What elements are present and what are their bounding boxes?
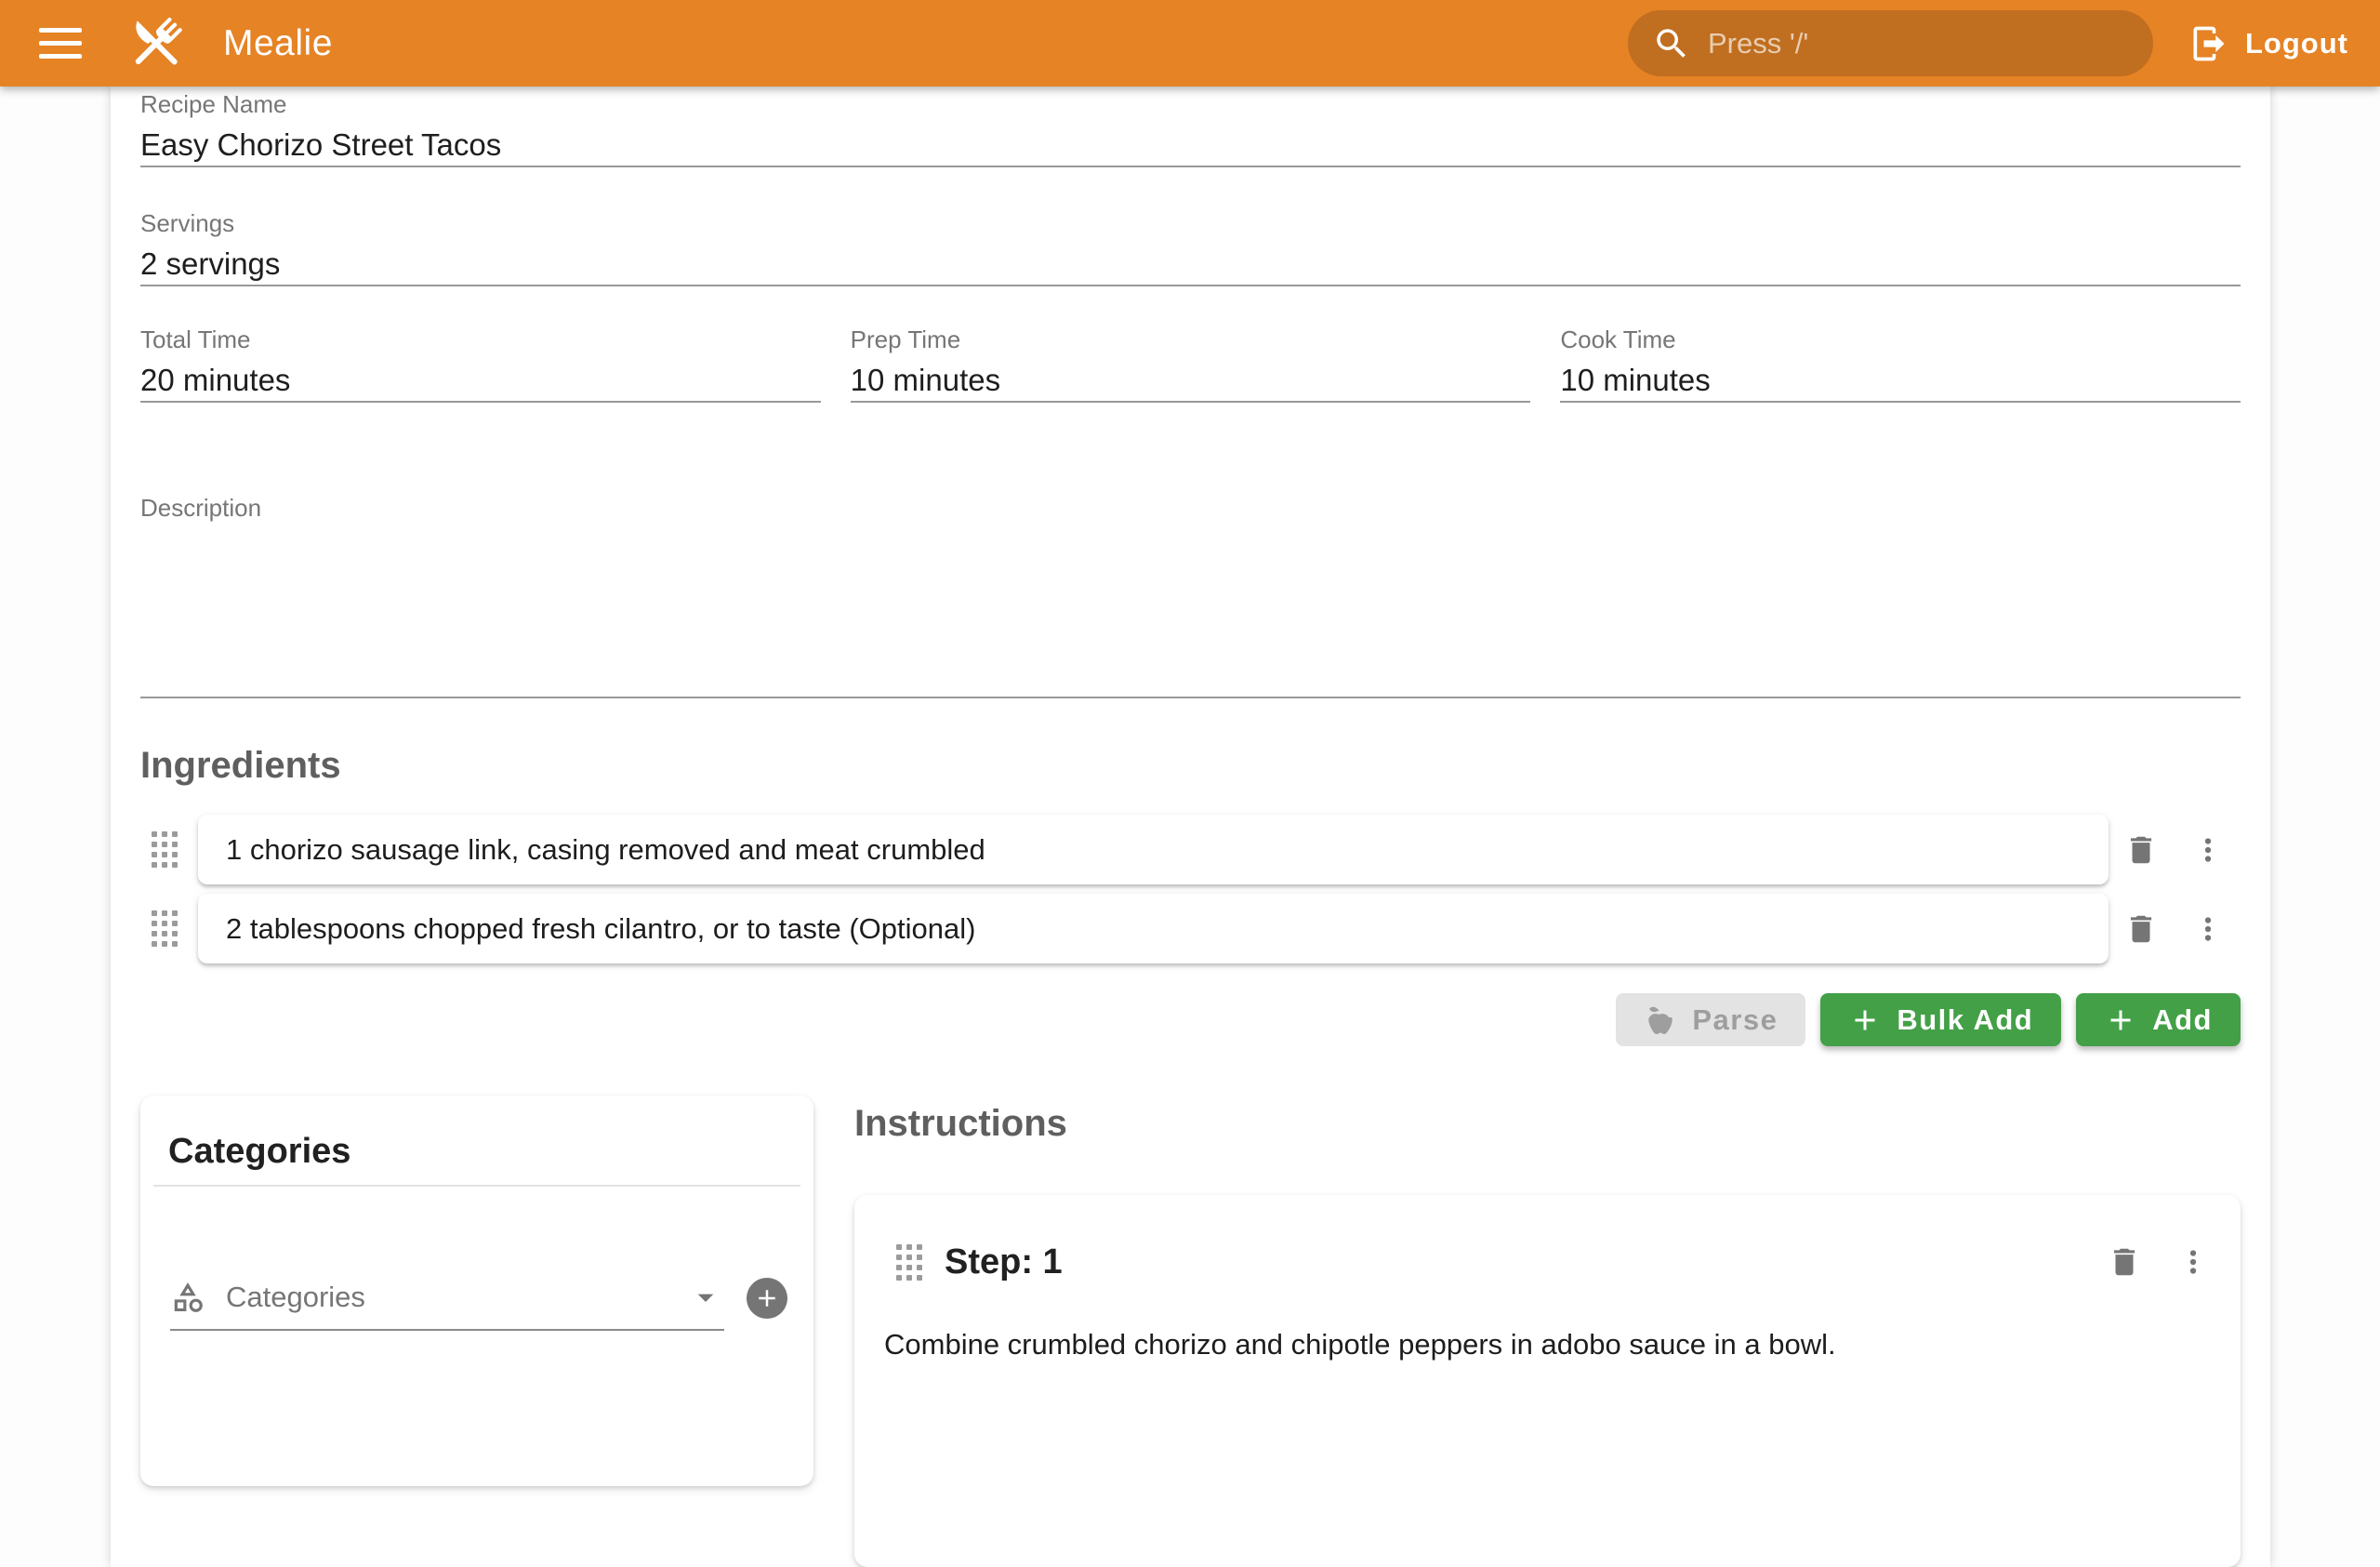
logout-icon bbox=[2188, 23, 2229, 64]
ingredient-actions-row: Parse Bulk Add Add bbox=[140, 993, 2241, 1046]
instructions-column: Instructions Step: 1 Combine crumbled ch bbox=[854, 1089, 2241, 1567]
apple-icon bbox=[1644, 1003, 1677, 1037]
chevron-down-icon[interactable] bbox=[687, 1279, 724, 1316]
ingredient-input[interactable]: 1 chorizo sausage link, casing removed a… bbox=[198, 815, 2109, 884]
delete-ingredient-button[interactable] bbox=[2120, 829, 2162, 871]
categories-select-label: Categories bbox=[226, 1281, 687, 1314]
delete-step-button[interactable] bbox=[2103, 1241, 2146, 1283]
search-input[interactable]: Press '/' bbox=[1628, 10, 2153, 76]
search-icon bbox=[1652, 24, 1691, 63]
step-title: Step: 1 bbox=[945, 1240, 1063, 1284]
servings-label: Servings bbox=[140, 209, 2241, 237]
step-text-input[interactable]: Combine crumbled chorizo and chipotle pe… bbox=[884, 1325, 2215, 1364]
logout-button[interactable]: Logout bbox=[2188, 23, 2348, 64]
plus-icon bbox=[753, 1284, 781, 1312]
parse-button[interactable]: Parse bbox=[1616, 993, 1805, 1046]
cook-time-field[interactable]: Cook Time 10 minutes bbox=[1560, 325, 2241, 403]
prep-time-field[interactable]: Prep Time 10 minutes bbox=[851, 325, 1531, 403]
ingredient-row: 1 chorizo sausage link, casing removed a… bbox=[152, 815, 2241, 884]
app-title: Mealie bbox=[223, 23, 333, 64]
categories-card-title: Categories bbox=[140, 1096, 813, 1172]
total-time-field[interactable]: Total Time 20 minutes bbox=[140, 325, 821, 403]
divider bbox=[153, 1185, 800, 1187]
description-value[interactable] bbox=[140, 522, 2241, 694]
total-time-value[interactable]: 20 minutes bbox=[140, 363, 821, 398]
mealie-logo-icon bbox=[125, 12, 188, 75]
bulk-add-button[interactable]: Bulk Add bbox=[1820, 993, 2061, 1046]
recipe-editor-sheet: Recipe Name Easy Chorizo Street Tacos Se… bbox=[111, 86, 2270, 1567]
add-label: Add bbox=[2152, 1003, 2213, 1037]
menu-icon[interactable] bbox=[39, 25, 82, 62]
plus-icon bbox=[2104, 1003, 2137, 1037]
bulk-add-label: Bulk Add bbox=[1897, 1003, 2033, 1037]
categories-select[interactable]: Categories bbox=[170, 1266, 724, 1331]
servings-field[interactable]: Servings 2 servings bbox=[140, 209, 2241, 286]
app-bar: Mealie Press '/' Logout bbox=[0, 0, 2380, 86]
kebab-icon bbox=[2190, 911, 2226, 947]
servings-value[interactable]: 2 servings bbox=[140, 246, 2241, 282]
trash-icon bbox=[2123, 911, 2159, 947]
kebab-icon bbox=[2175, 1244, 2211, 1280]
search-placeholder: Press '/' bbox=[1708, 27, 1808, 60]
kebab-icon bbox=[2190, 832, 2226, 868]
cook-time-value[interactable]: 10 minutes bbox=[1560, 363, 2241, 398]
drag-handle-icon[interactable] bbox=[896, 1244, 922, 1281]
recipe-name-field[interactable]: Recipe Name Easy Chorizo Street Tacos bbox=[140, 86, 2241, 167]
plus-icon bbox=[1848, 1003, 1882, 1037]
categories-card: Categories Categories bbox=[140, 1096, 813, 1486]
description-field[interactable]: Description bbox=[140, 494, 2241, 698]
time-fields-row: Total Time 20 minutes Prep Time 10 minut… bbox=[140, 325, 2241, 403]
shapes-icon bbox=[170, 1280, 205, 1315]
drag-handle-icon[interactable] bbox=[152, 831, 178, 868]
ingredients-heading: Ingredients bbox=[140, 744, 2241, 787]
logout-label: Logout bbox=[2245, 27, 2348, 60]
total-time-label: Total Time bbox=[140, 325, 821, 353]
lower-section: Categories Categories Inst bbox=[140, 1089, 2241, 1567]
step-menu-button[interactable] bbox=[2172, 1241, 2215, 1283]
ingredient-menu-button[interactable] bbox=[2187, 908, 2229, 950]
ingredient-menu-button[interactable] bbox=[2187, 829, 2229, 871]
add-button[interactable]: Add bbox=[2076, 993, 2241, 1046]
prep-time-label: Prep Time bbox=[851, 325, 1531, 353]
ingredient-input[interactable]: 2 tablespoons chopped fresh cilantro, or… bbox=[198, 894, 2109, 963]
add-category-button[interactable] bbox=[747, 1278, 787, 1319]
recipe-name-label: Recipe Name bbox=[140, 90, 2241, 118]
ingredient-row: 2 tablespoons chopped fresh cilantro, or… bbox=[152, 894, 2241, 963]
categories-column: Categories Categories bbox=[140, 1089, 813, 1486]
cook-time-label: Cook Time bbox=[1560, 325, 2241, 353]
parse-label: Parse bbox=[1692, 1003, 1778, 1037]
delete-ingredient-button[interactable] bbox=[2120, 908, 2162, 950]
drag-handle-icon[interactable] bbox=[152, 910, 178, 947]
instructions-heading: Instructions bbox=[854, 1102, 2241, 1145]
trash-icon bbox=[2123, 832, 2159, 868]
recipe-name-value[interactable]: Easy Chorizo Street Tacos bbox=[140, 127, 2241, 163]
step-card: Step: 1 Combine crumbled chorizo and chi… bbox=[854, 1195, 2241, 1567]
prep-time-value[interactable]: 10 minutes bbox=[851, 363, 1531, 398]
trash-icon bbox=[2107, 1244, 2142, 1280]
description-label: Description bbox=[140, 494, 2241, 522]
